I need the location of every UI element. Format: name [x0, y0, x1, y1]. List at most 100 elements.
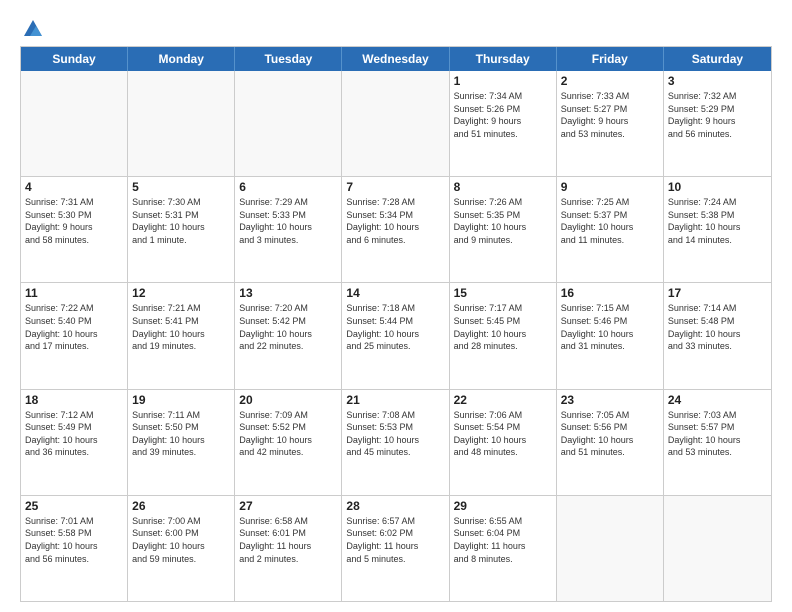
calendar-cell: 26 Sunrise: 7:00 AM Sunset: 6:00 PM Dayli…	[128, 496, 235, 601]
day-info: Sunrise: 7:30 AM Sunset: 5:31 PM Dayligh…	[132, 196, 230, 246]
calendar-body: 1 Sunrise: 7:34 AM Sunset: 5:26 PM Daylig…	[21, 71, 771, 601]
day-info: Sunrise: 7:09 AM Sunset: 5:52 PM Dayligh…	[239, 409, 337, 459]
day-info: Sunrise: 7:34 AM Sunset: 5:26 PM Dayligh…	[454, 90, 552, 140]
day-info: Sunrise: 7:26 AM Sunset: 5:35 PM Dayligh…	[454, 196, 552, 246]
calendar-cell: 5 Sunrise: 7:30 AM Sunset: 5:31 PM Daylig…	[128, 177, 235, 282]
weekday-header: Monday	[128, 47, 235, 71]
day-number: 24	[668, 393, 767, 407]
calendar-cell: 20 Sunrise: 7:09 AM Sunset: 5:52 PM Dayli…	[235, 390, 342, 495]
header	[20, 18, 772, 40]
calendar-cell: 24 Sunrise: 7:03 AM Sunset: 5:57 PM Dayli…	[664, 390, 771, 495]
day-info: Sunrise: 7:33 AM Sunset: 5:27 PM Dayligh…	[561, 90, 659, 140]
day-number: 9	[561, 180, 659, 194]
calendar-cell: 6 Sunrise: 7:29 AM Sunset: 5:33 PM Daylig…	[235, 177, 342, 282]
day-number: 28	[346, 499, 444, 513]
logo	[20, 18, 44, 40]
calendar: SundayMondayTuesdayWednesdayThursdayFrid…	[20, 46, 772, 602]
day-info: Sunrise: 7:11 AM Sunset: 5:50 PM Dayligh…	[132, 409, 230, 459]
calendar-cell: 18 Sunrise: 7:12 AM Sunset: 5:49 PM Dayli…	[21, 390, 128, 495]
day-number: 3	[668, 74, 767, 88]
calendar-cell: 3 Sunrise: 7:32 AM Sunset: 5:29 PM Daylig…	[664, 71, 771, 176]
calendar-cell: 14 Sunrise: 7:18 AM Sunset: 5:44 PM Dayli…	[342, 283, 449, 388]
page: SundayMondayTuesdayWednesdayThursdayFrid…	[0, 0, 792, 612]
day-info: Sunrise: 7:06 AM Sunset: 5:54 PM Dayligh…	[454, 409, 552, 459]
day-info: Sunrise: 7:25 AM Sunset: 5:37 PM Dayligh…	[561, 196, 659, 246]
day-info: Sunrise: 7:29 AM Sunset: 5:33 PM Dayligh…	[239, 196, 337, 246]
day-info: Sunrise: 7:12 AM Sunset: 5:49 PM Dayligh…	[25, 409, 123, 459]
day-info: Sunrise: 7:08 AM Sunset: 5:53 PM Dayligh…	[346, 409, 444, 459]
calendar-cell: 28 Sunrise: 6:57 AM Sunset: 6:02 PM Dayli…	[342, 496, 449, 601]
day-info: Sunrise: 7:00 AM Sunset: 6:00 PM Dayligh…	[132, 515, 230, 565]
calendar-cell: 1 Sunrise: 7:34 AM Sunset: 5:26 PM Daylig…	[450, 71, 557, 176]
calendar-row: 1 Sunrise: 7:34 AM Sunset: 5:26 PM Daylig…	[21, 71, 771, 176]
day-info: Sunrise: 7:22 AM Sunset: 5:40 PM Dayligh…	[25, 302, 123, 352]
day-number: 23	[561, 393, 659, 407]
calendar-cell: 16 Sunrise: 7:15 AM Sunset: 5:46 PM Dayli…	[557, 283, 664, 388]
calendar-cell	[342, 71, 449, 176]
weekday-header: Saturday	[664, 47, 771, 71]
day-number: 12	[132, 286, 230, 300]
day-number: 29	[454, 499, 552, 513]
day-number: 8	[454, 180, 552, 194]
calendar-cell: 8 Sunrise: 7:26 AM Sunset: 5:35 PM Daylig…	[450, 177, 557, 282]
calendar-row: 18 Sunrise: 7:12 AM Sunset: 5:49 PM Dayli…	[21, 389, 771, 495]
day-info: Sunrise: 7:28 AM Sunset: 5:34 PM Dayligh…	[346, 196, 444, 246]
day-info: Sunrise: 7:20 AM Sunset: 5:42 PM Dayligh…	[239, 302, 337, 352]
calendar-row: 25 Sunrise: 7:01 AM Sunset: 5:58 PM Dayli…	[21, 495, 771, 601]
calendar-cell: 22 Sunrise: 7:06 AM Sunset: 5:54 PM Dayli…	[450, 390, 557, 495]
day-number: 15	[454, 286, 552, 300]
calendar-row: 11 Sunrise: 7:22 AM Sunset: 5:40 PM Dayli…	[21, 282, 771, 388]
day-number: 21	[346, 393, 444, 407]
day-number: 26	[132, 499, 230, 513]
day-number: 7	[346, 180, 444, 194]
day-number: 16	[561, 286, 659, 300]
day-info: Sunrise: 7:14 AM Sunset: 5:48 PM Dayligh…	[668, 302, 767, 352]
day-number: 1	[454, 74, 552, 88]
day-number: 14	[346, 286, 444, 300]
calendar-cell: 2 Sunrise: 7:33 AM Sunset: 5:27 PM Daylig…	[557, 71, 664, 176]
calendar-cell: 27Sunrise: 6:58 AM Sunset: 6:01 PM Dayli…	[235, 496, 342, 601]
day-info: Sunrise: 7:15 AM Sunset: 5:46 PM Dayligh…	[561, 302, 659, 352]
day-info: Sunrise: 7:17 AM Sunset: 5:45 PM Dayligh…	[454, 302, 552, 352]
day-info: Sunrise: 7:32 AM Sunset: 5:29 PM Dayligh…	[668, 90, 767, 140]
weekday-header: Tuesday	[235, 47, 342, 71]
day-number: 5	[132, 180, 230, 194]
calendar-cell: 15 Sunrise: 7:17 AM Sunset: 5:45 PM Dayli…	[450, 283, 557, 388]
day-info: Sunrise: 7:01 AM Sunset: 5:58 PM Dayligh…	[25, 515, 123, 565]
calendar-cell: 7 Sunrise: 7:28 AM Sunset: 5:34 PM Daylig…	[342, 177, 449, 282]
day-info: Sunrise: 7:05 AM Sunset: 5:56 PM Dayligh…	[561, 409, 659, 459]
logo-icon	[22, 18, 44, 40]
weekday-header: Wednesday	[342, 47, 449, 71]
day-info: Sunrise: 6:57 AM Sunset: 6:02 PM Dayligh…	[346, 515, 444, 565]
day-info: Sunrise: 7:03 AM Sunset: 5:57 PM Dayligh…	[668, 409, 767, 459]
day-number: 27	[239, 499, 337, 513]
calendar-cell	[128, 71, 235, 176]
calendar-cell: 29 Sunrise: 6:55 AM Sunset: 6:04 PM Dayli…	[450, 496, 557, 601]
calendar-cell	[235, 71, 342, 176]
weekday-header: Thursday	[450, 47, 557, 71]
day-info: Sunrise: 6:55 AM Sunset: 6:04 PM Dayligh…	[454, 515, 552, 565]
day-number: 6	[239, 180, 337, 194]
day-number: 22	[454, 393, 552, 407]
calendar-cell: 13 Sunrise: 7:20 AM Sunset: 5:42 PM Dayli…	[235, 283, 342, 388]
day-number: 17	[668, 286, 767, 300]
calendar-cell: 12 Sunrise: 7:21 AM Sunset: 5:41 PM Dayli…	[128, 283, 235, 388]
day-number: 10	[668, 180, 767, 194]
calendar-cell: 4Sunrise: 7:31 AM Sunset: 5:30 PM Daylig…	[21, 177, 128, 282]
calendar-cell	[664, 496, 771, 601]
day-number: 19	[132, 393, 230, 407]
calendar-cell: 9 Sunrise: 7:25 AM Sunset: 5:37 PM Daylig…	[557, 177, 664, 282]
day-number: 25	[25, 499, 123, 513]
day-number: 18	[25, 393, 123, 407]
day-info: Sunrise: 7:21 AM Sunset: 5:41 PM Dayligh…	[132, 302, 230, 352]
day-number: 13	[239, 286, 337, 300]
day-number: 4	[25, 180, 123, 194]
day-number: 20	[239, 393, 337, 407]
calendar-cell: 19 Sunrise: 7:11 AM Sunset: 5:50 PM Dayli…	[128, 390, 235, 495]
calendar-cell: 25 Sunrise: 7:01 AM Sunset: 5:58 PM Dayli…	[21, 496, 128, 601]
day-number: 11	[25, 286, 123, 300]
weekday-header: Friday	[557, 47, 664, 71]
day-number: 2	[561, 74, 659, 88]
day-info: Sunrise: 7:18 AM Sunset: 5:44 PM Dayligh…	[346, 302, 444, 352]
calendar-cell: 21 Sunrise: 7:08 AM Sunset: 5:53 PM Dayli…	[342, 390, 449, 495]
